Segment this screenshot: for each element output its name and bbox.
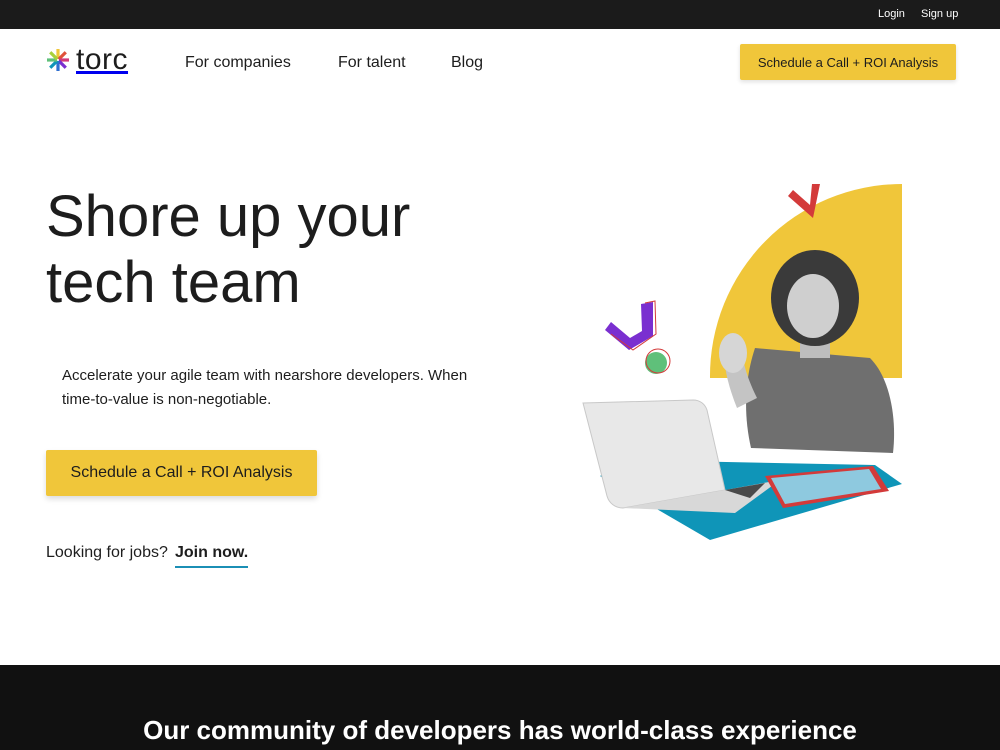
purple-check-shape	[605, 302, 653, 350]
nav-schedule-call-button[interactable]: Schedule a Call + ROI Analysis	[740, 44, 956, 80]
nav-link-for-companies[interactable]: For companies	[185, 54, 291, 72]
torc-logo-icon	[46, 48, 70, 72]
hero-schedule-call-button[interactable]: Schedule a Call + ROI Analysis	[46, 450, 317, 496]
logo-text: torc	[76, 43, 129, 76]
community-title: Our community of developers has world-cl…	[143, 715, 857, 745]
signup-link[interactable]: Sign up	[921, 8, 958, 20]
join-now-link[interactable]: Join now.	[175, 544, 249, 568]
hero-illustration	[575, 178, 915, 548]
community-section: Our community of developers has world-cl…	[0, 665, 1000, 750]
login-link[interactable]: Login	[878, 8, 905, 20]
hero-title: Shore up your tech team	[46, 184, 411, 315]
nav-link-for-talent[interactable]: For talent	[338, 54, 406, 72]
hero-subtitle: Accelerate your agile team with nearshor…	[62, 367, 468, 408]
nav-link-blog[interactable]: Blog	[451, 54, 483, 72]
main-nav: torc For companies For talent Blog Sched…	[0, 29, 1000, 95]
logo-link[interactable]: torc	[46, 44, 128, 76]
green-circle-shape	[645, 352, 667, 374]
jobs-prompt: Looking for jobs?	[46, 544, 168, 561]
top-bar: Login Sign up	[0, 0, 1000, 29]
